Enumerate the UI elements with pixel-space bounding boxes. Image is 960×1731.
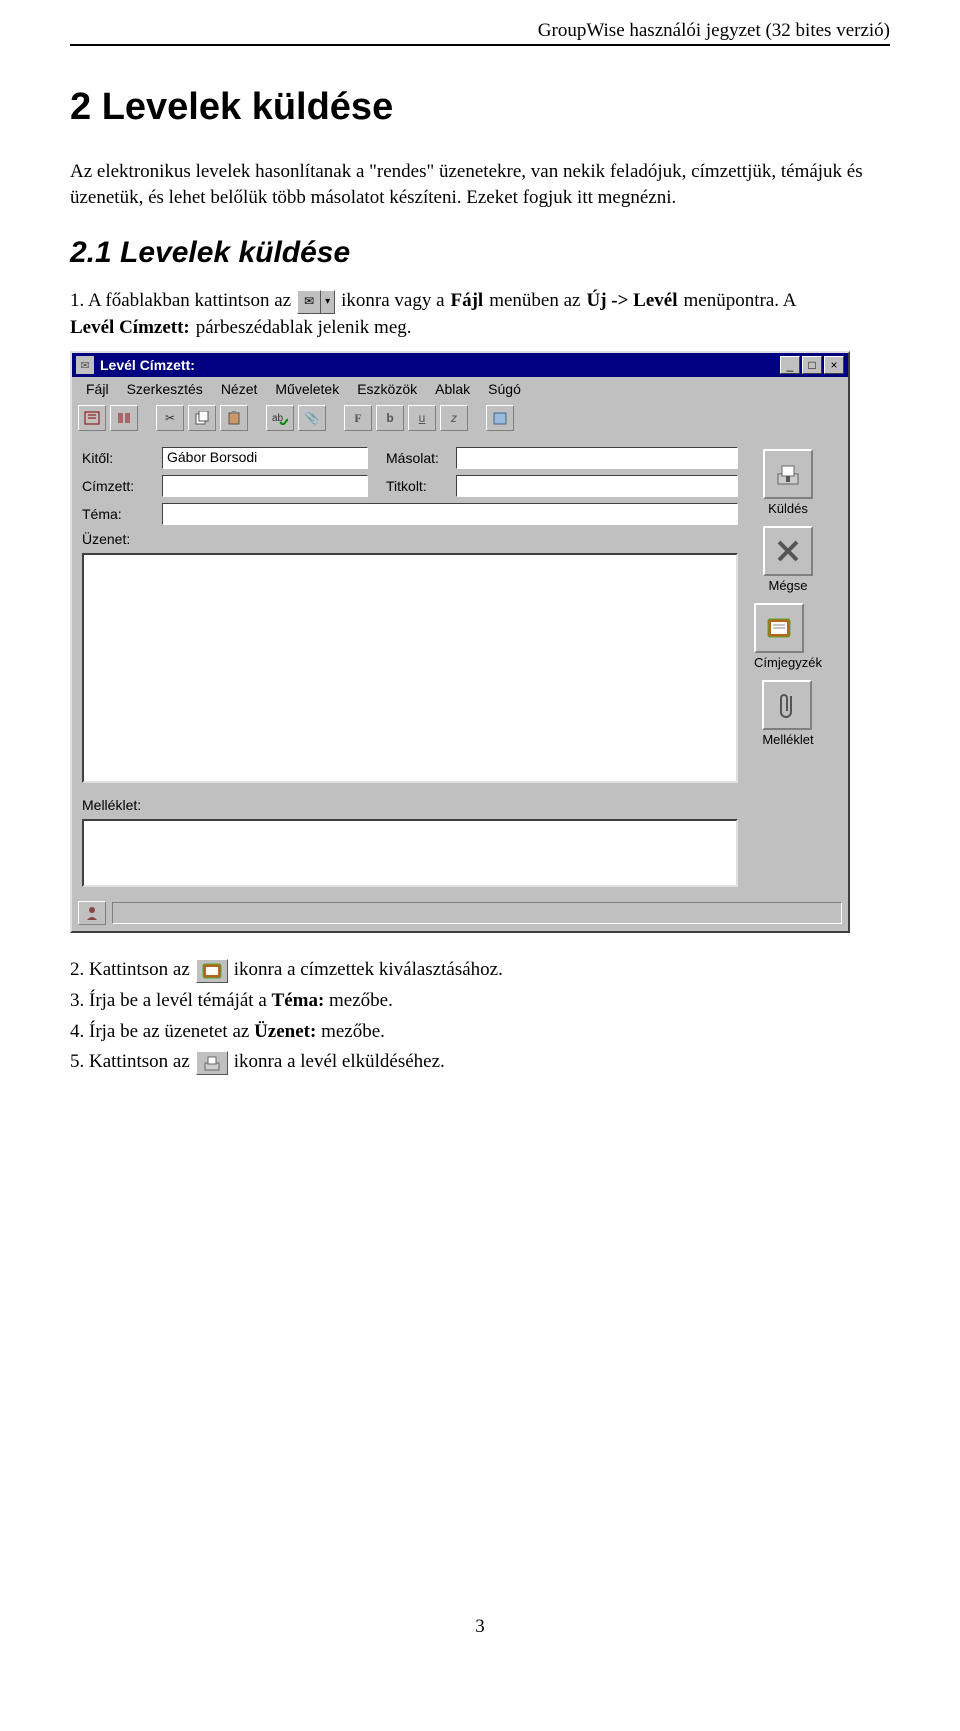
bcc-field[interactable] <box>456 475 738 497</box>
page-header: GroupWise használói jegyzet (32 bites ve… <box>70 20 890 46</box>
step4-a: 4. Írja be az üzenetet az <box>70 1021 254 1042</box>
step3-b: mezőbe. <box>324 990 393 1011</box>
toolbar-last-icon[interactable] <box>486 405 514 431</box>
step1-line2-rest: párbeszédablak jelenik meg. <box>196 315 412 342</box>
menu-view[interactable]: Nézet <box>213 379 266 399</box>
step4-bold: Üzenet: <box>254 1021 316 1042</box>
send-icon <box>774 460 802 488</box>
message-body[interactable] <box>82 553 738 783</box>
step1-bold2: Új -> Levél <box>586 288 677 315</box>
menu-file[interactable]: Fájl <box>78 379 117 399</box>
subject-field[interactable] <box>162 503 738 525</box>
attach-label: Melléklet: <box>82 797 162 813</box>
step3-a: 3. Írja be a levél témáját a <box>70 990 272 1011</box>
menubar: Fájl Szerkesztés Nézet Műveletek Eszközö… <box>72 377 848 401</box>
toolbar-copy-icon[interactable] <box>188 405 216 431</box>
cancel-button[interactable] <box>763 526 813 576</box>
person-icon <box>84 905 100 921</box>
step5-a: 5. Kattintson az <box>70 1049 190 1076</box>
system-menu-icon[interactable]: ✉ <box>76 356 94 374</box>
step-1: 1. A főablakban kattintson az ✉▾ ikonra … <box>70 288 890 341</box>
step1-bold1: Fájl <box>451 288 484 315</box>
step4-b: mezőbe. <box>316 1021 385 1042</box>
toolbar-underline-icon[interactable]: u <box>408 405 436 431</box>
menu-tools[interactable]: Eszközök <box>349 379 425 399</box>
toolbar-btn-2[interactable] <box>110 405 138 431</box>
send-inline-icon <box>196 1051 228 1075</box>
address-book-inline-icon <box>196 959 228 983</box>
toolbar-font-icon[interactable]: F <box>344 405 372 431</box>
cc-label: Másolat: <box>386 450 456 466</box>
bcc-label: Titkolt: <box>386 478 456 494</box>
chapter-title: 2 Levelek küldése <box>70 86 890 129</box>
address-book-button-label: Címjegyzék <box>754 655 822 670</box>
from-field[interactable]: Gábor Borsodi <box>162 447 368 469</box>
statusbar-icon[interactable] <box>78 901 106 925</box>
step5-b: ikonra a levél elküldéséhez. <box>234 1049 445 1076</box>
step3-bold: Téma: <box>272 990 325 1011</box>
window-title: Levél Címzett: <box>100 357 778 373</box>
menu-actions[interactable]: Műveletek <box>267 379 347 399</box>
titlebar: ✉ Levél Címzett: _ □ × <box>72 353 848 377</box>
statusbar <box>72 897 848 931</box>
new-mail-icon: ✉▾ <box>297 290 335 314</box>
step-5: 5. Kattintson az ikonra a levél elküldés… <box>70 1049 890 1076</box>
from-label: Kitől: <box>82 450 162 466</box>
step1-line2-bold: Levél Címzett: <box>70 315 190 342</box>
toolbar-btn-1[interactable] <box>78 405 106 431</box>
maximize-button[interactable]: □ <box>802 356 822 374</box>
subject-label: Téma: <box>82 506 162 522</box>
toolbar-spellcheck-icon[interactable]: ab <box>266 405 294 431</box>
step2-b: ikonra a címzettek kiválasztásához. <box>234 957 503 984</box>
attach-button-label: Melléklet <box>762 732 813 747</box>
page-number: 3 <box>70 1616 890 1638</box>
cc-field[interactable] <box>456 447 738 469</box>
toolbar: ✂ ab 📎 F b u z <box>72 401 848 439</box>
attach-button[interactable] <box>762 680 812 730</box>
cancel-icon <box>776 539 800 563</box>
step-3: 3. Írja be a levél témáját a Téma: mezőb… <box>70 988 890 1015</box>
step2-a: 2. Kattintson az <box>70 957 190 984</box>
step1-text-b: ikonra vagy a <box>341 288 444 315</box>
address-book-icon <box>765 616 793 640</box>
toolbar-bold-icon[interactable]: b <box>376 405 404 431</box>
toolbar-cut-icon[interactable]: ✂ <box>156 405 184 431</box>
section-title: 2.1 Levelek küldése <box>70 236 890 270</box>
step1-text-d: menüpontra. A <box>684 288 797 315</box>
toolbar-italic-icon[interactable]: z <box>440 405 468 431</box>
cancel-button-label: Mégse <box>763 578 813 593</box>
send-button-label: Küldés <box>763 501 813 516</box>
step-4: 4. Írja be az üzenetet az Üzenet: mezőbe… <box>70 1019 890 1046</box>
to-field[interactable] <box>162 475 368 497</box>
send-button[interactable] <box>763 449 813 499</box>
menu-edit[interactable]: Szerkesztés <box>119 379 211 399</box>
status-panel <box>112 902 842 924</box>
toolbar-paste-icon[interactable] <box>220 405 248 431</box>
attachment-area[interactable] <box>82 819 738 887</box>
minimize-button[interactable]: _ <box>780 356 800 374</box>
menu-help[interactable]: Súgó <box>480 379 529 399</box>
svg-text:ab: ab <box>272 413 284 424</box>
step1-text-c: menüben az <box>489 288 580 315</box>
address-book-button[interactable] <box>754 603 804 653</box>
intro-paragraph: Az elektronikus levelek hasonlítanak a "… <box>70 159 890 210</box>
close-button[interactable]: × <box>824 356 844 374</box>
step-2: 2. Kattintson az ikonra a címzettek kivá… <box>70 957 890 984</box>
to-label: Címzett: <box>82 478 162 494</box>
compose-window: ✉ Levél Címzett: _ □ × Fájl Szerkesztés … <box>70 351 850 933</box>
paperclip-icon <box>776 690 798 720</box>
message-label: Üzenet: <box>82 531 162 547</box>
menu-window[interactable]: Ablak <box>427 379 478 399</box>
step1-text-a: 1. A főablakban kattintson az <box>70 288 291 315</box>
toolbar-attach-icon[interactable]: 📎 <box>298 405 326 431</box>
